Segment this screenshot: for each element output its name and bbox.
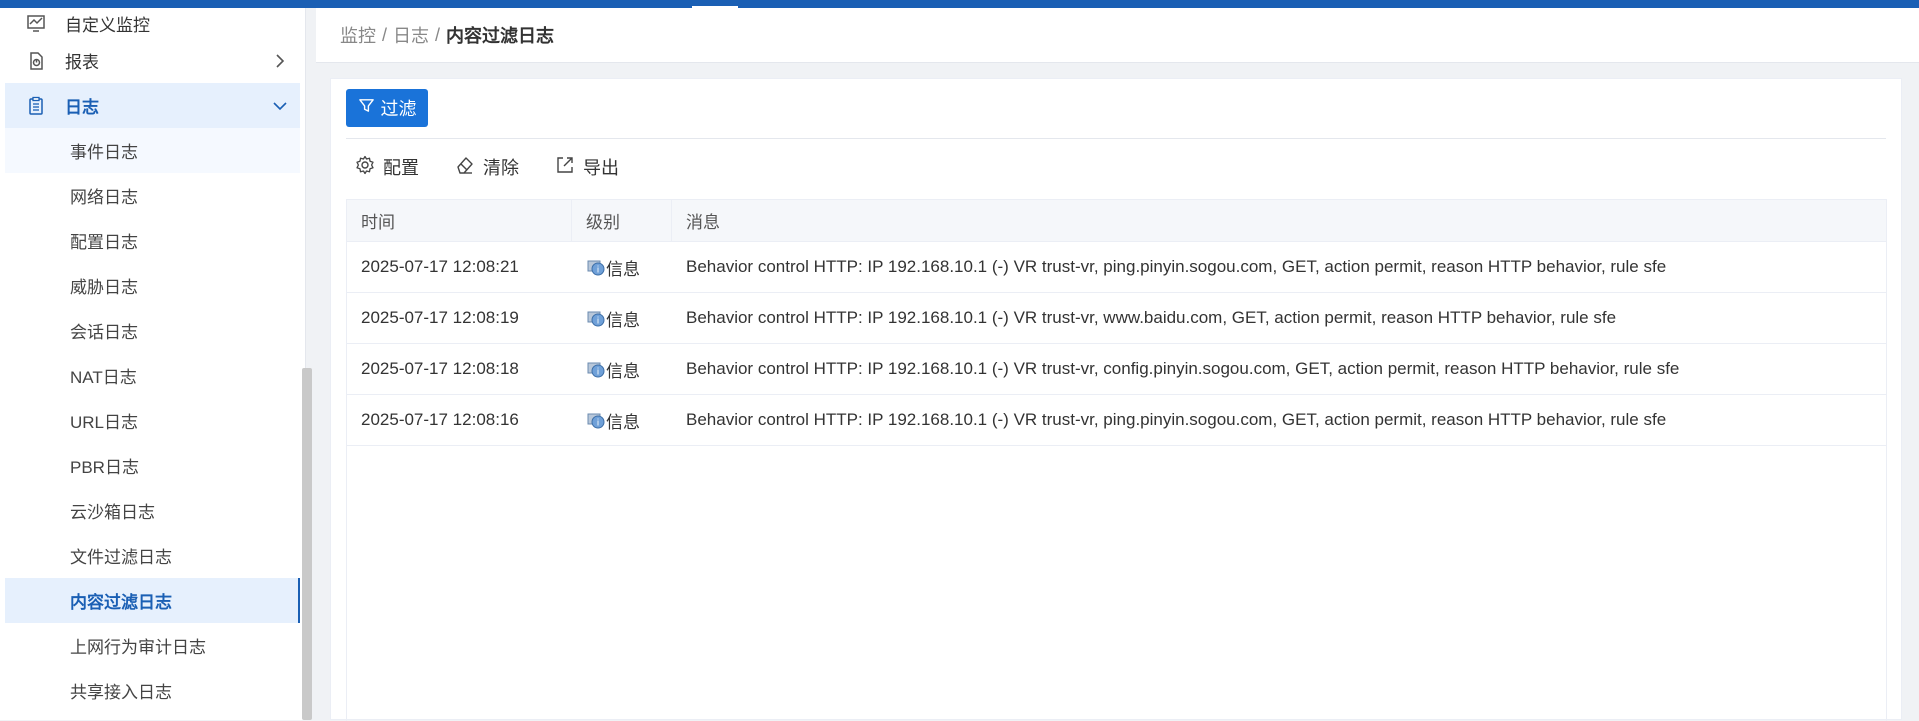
cell-message: Behavior control HTTP: IP 192.168.10.1 (… (686, 308, 1617, 327)
cell-message: Behavior control HTTP: IP 192.168.10.1 (… (686, 410, 1667, 429)
level-label: 信息 (606, 412, 640, 432)
export-label: 导出 (583, 158, 619, 178)
top-navigation-bar (0, 0, 1919, 8)
config-button[interactable]: 配置 (355, 154, 419, 180)
export-icon (555, 155, 575, 180)
sidebar-item-threat-log[interactable]: 威胁日志 (5, 263, 300, 308)
log-clipboard-icon (25, 95, 47, 117)
level-label: 信息 (606, 259, 640, 279)
cell-level: i 信息 (572, 395, 672, 445)
sidebar-item-label: 自定义监控 (65, 15, 150, 35)
sidebar-item-cloud-sandbox-log[interactable]: 云沙箱日志 (5, 488, 300, 533)
log-panel: 过滤 配置 清除 导出 时间 级别 消息 2025-07-17 12:08:21… (330, 78, 1902, 721)
level-label: 信息 (606, 310, 640, 330)
table-header: 时间 级别 消息 (347, 200, 1886, 242)
svg-text:i: i (597, 266, 600, 276)
export-button[interactable]: 导出 (555, 154, 619, 180)
cell-level: i 信息 (572, 344, 672, 394)
chart-monitor-icon (25, 12, 47, 34)
report-icon (25, 50, 47, 72)
sidebar-item-behavior-audit-log[interactable]: 上网行为审计日志 (5, 623, 300, 668)
table-row[interactable]: 2025-07-17 12:08:18 i 信息 Behavior contro… (347, 344, 1886, 395)
sidebar-item-label: 报表 (65, 53, 99, 72)
cell-level: i 信息 (572, 293, 672, 343)
sidebar-item-report[interactable]: 报表 (5, 38, 300, 83)
sidebar-item-nat-log[interactable]: NAT日志 (5, 353, 300, 398)
sidebar-item-file-filter-log[interactable]: 文件过滤日志 (5, 533, 300, 578)
clear-label: 清除 (483, 158, 519, 178)
svg-text:i: i (597, 368, 600, 378)
info-level-icon: i (586, 308, 606, 328)
cell-message: Behavior control HTTP: IP 192.168.10.1 (… (686, 257, 1667, 276)
divider (346, 138, 1886, 139)
cell-time: 2025-07-17 12:08:18 (361, 359, 519, 378)
column-header-message[interactable]: 消息 (672, 200, 1886, 241)
filter-button-label: 过滤 (380, 99, 417, 119)
page-title: 内容过滤日志 (446, 26, 555, 46)
sidebar-item-event-log[interactable]: 事件日志 (5, 128, 300, 173)
sidebar-item-content-filter-log[interactable]: 内容过滤日志 (5, 578, 300, 623)
table-row[interactable]: 2025-07-17 12:08:16 i 信息 Behavior contro… (347, 395, 1886, 446)
column-header-level[interactable]: 级别 (572, 200, 672, 241)
gear-icon (355, 155, 375, 180)
sidebar-item-config-log[interactable]: 配置日志 (5, 218, 300, 263)
sidebar-menu: 自定义监控 报表 日志 事件日志 网络日志 配置日志 威胁日志 会话日志 NAT… (5, 8, 300, 713)
breadcrumb-separator: / (382, 24, 388, 45)
config-label: 配置 (383, 158, 419, 178)
sidebar: 自定义监控 报表 日志 事件日志 网络日志 配置日志 威胁日志 会话日志 NAT… (0, 8, 312, 720)
breadcrumb-monitor[interactable]: 监控 (340, 22, 376, 48)
column-header-time[interactable]: 时间 (347, 200, 572, 241)
breadcrumb-log[interactable]: 日志 (393, 22, 429, 48)
info-level-icon: i (586, 410, 606, 430)
chevron-right-icon (272, 53, 288, 69)
cell-time: 2025-07-17 12:08:19 (361, 308, 519, 327)
clear-button[interactable]: 清除 (455, 154, 519, 180)
svg-text:i: i (597, 317, 600, 327)
sidebar-item-session-log[interactable]: 会话日志 (5, 308, 300, 353)
filter-button[interactable]: 过滤 (346, 89, 428, 127)
chevron-down-icon (272, 98, 288, 114)
cell-time: 2025-07-17 12:08:21 (361, 257, 519, 276)
cell-time: 2025-07-17 12:08:16 (361, 410, 519, 429)
info-level-icon: i (586, 359, 606, 379)
log-toolbar: 配置 清除 导出 (355, 149, 619, 185)
sidebar-item-label: 日志 (65, 98, 99, 117)
table-row[interactable]: 2025-07-17 12:08:19 i 信息 Behavior contro… (347, 293, 1886, 344)
sidebar-item-log[interactable]: 日志 (5, 83, 300, 128)
breadcrumb: 监控 / 日志 / 内容过滤日志 (316, 8, 1919, 63)
sidebar-item-network-log[interactable]: 网络日志 (5, 173, 300, 218)
cell-message: Behavior control HTTP: IP 192.168.10.1 (… (686, 359, 1680, 378)
sidebar-item-url-log[interactable]: URL日志 (5, 398, 300, 443)
filter-icon (358, 97, 375, 119)
sidebar-item-custom-monitor[interactable]: 自定义监控 (5, 8, 300, 38)
sidebar-item-pbr-log[interactable]: PBR日志 (5, 443, 300, 488)
info-level-icon: i (586, 257, 606, 277)
breadcrumb-separator: / (435, 24, 441, 45)
svg-text:i: i (597, 419, 600, 429)
sidebar-scrollbar-thumb[interactable] (302, 368, 312, 720)
eraser-icon (455, 155, 475, 180)
cell-level: i 信息 (572, 242, 672, 292)
level-label: 信息 (606, 361, 640, 381)
table-row[interactable]: 2025-07-17 12:08:21 i 信息 Behavior contro… (347, 242, 1886, 293)
log-table: 时间 级别 消息 2025-07-17 12:08:21 i 信息 Behavi… (346, 199, 1887, 721)
sidebar-item-shared-access-log[interactable]: 共享接入日志 (5, 668, 300, 713)
